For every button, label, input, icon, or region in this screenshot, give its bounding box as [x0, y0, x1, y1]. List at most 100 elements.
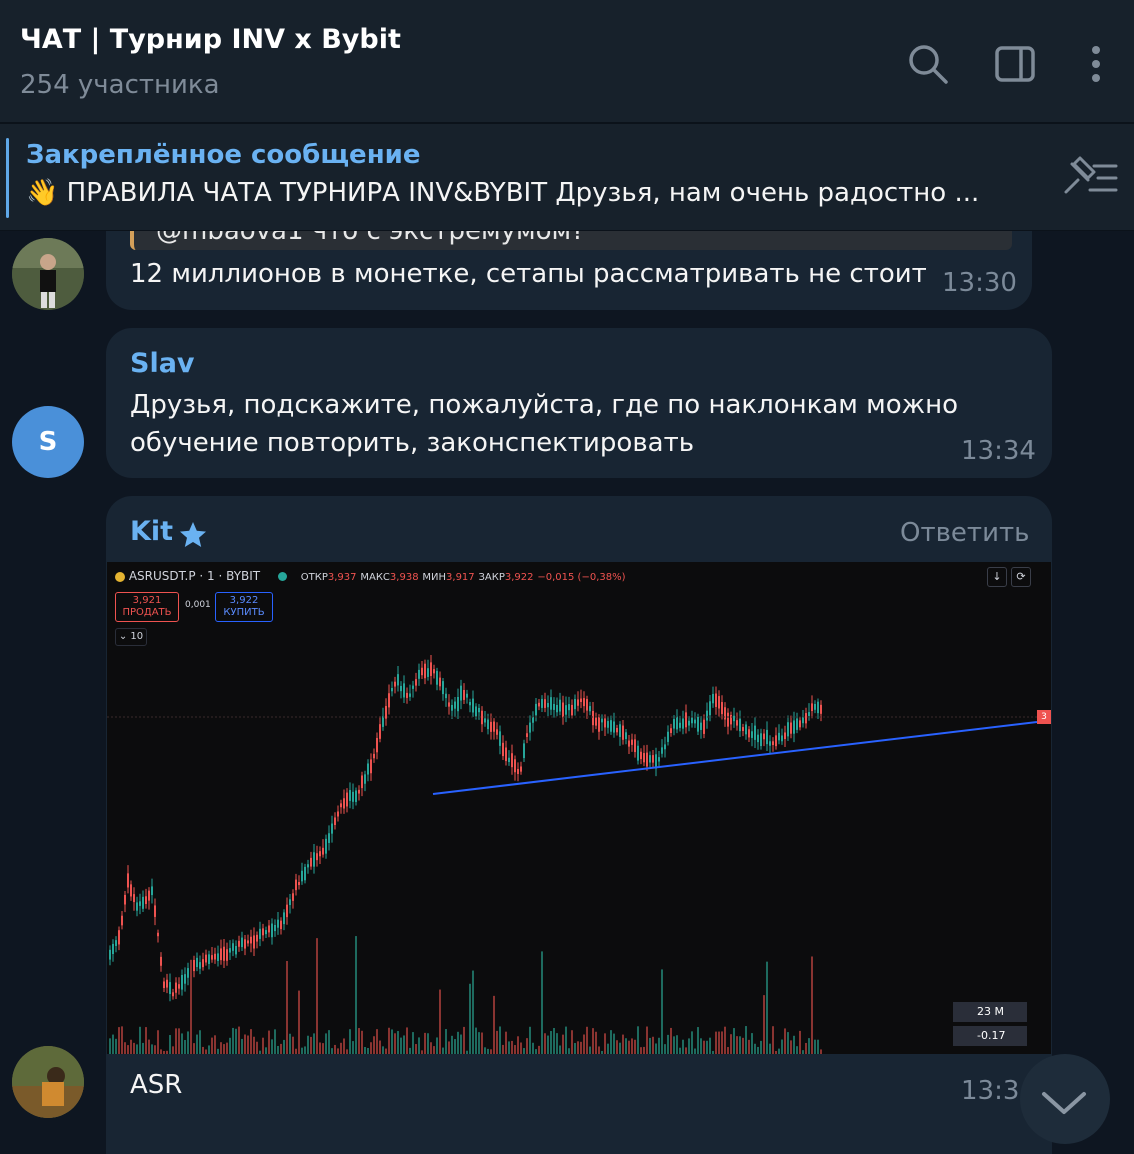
candle-body — [547, 703, 549, 708]
candle-body — [697, 716, 699, 732]
status-dot — [277, 572, 287, 581]
volume-bar — [463, 1026, 465, 1054]
volume-bar — [577, 1041, 579, 1054]
candle-body — [643, 753, 645, 763]
candle-body — [274, 924, 276, 932]
candle-body — [463, 689, 465, 700]
avatar[interactable] — [12, 238, 84, 310]
candle-body — [682, 718, 684, 729]
low-value: 3,917 — [446, 572, 475, 583]
side-panel-icon[interactable] — [992, 40, 1040, 88]
refresh-icon[interactable]: ⟳ — [1011, 567, 1031, 587]
collapse-value: 10 — [130, 631, 144, 642]
volume-bar — [769, 1043, 771, 1054]
volume-bar — [289, 1033, 291, 1054]
download-icon[interactable]: ↓ — [987, 567, 1007, 587]
volume-bar — [262, 1037, 264, 1054]
volume-bar — [265, 1047, 267, 1054]
candle-body — [319, 851, 321, 857]
candle-body — [736, 720, 738, 726]
sell-button[interactable]: 3,921 ПРОДАТЬ — [115, 592, 179, 622]
volume-bar — [622, 1034, 624, 1054]
pinned-text: 👋 ПРАВИЛА ЧАТА ТУРНИРА INV&BYBIT Друзья,… — [26, 178, 980, 208]
chat-title[interactable]: ЧАТ | Турнир INV x Bybit — [20, 24, 401, 55]
volume-bar — [235, 1028, 237, 1054]
volume-bar — [781, 1039, 783, 1054]
volume-bar — [673, 1036, 675, 1054]
message-text: ASR — [130, 1070, 183, 1100]
candle-body — [631, 739, 633, 745]
candle-body — [439, 677, 441, 687]
volume-bar — [646, 1026, 648, 1054]
volume-bar — [232, 1027, 234, 1054]
volume-bar — [541, 951, 543, 1054]
avatar[interactable] — [12, 1046, 84, 1118]
candle-body — [775, 735, 777, 747]
candle-body — [454, 701, 456, 709]
search-icon[interactable] — [904, 40, 952, 88]
volume-bar — [724, 1026, 726, 1054]
candle-body — [625, 732, 627, 740]
pin-list-icon[interactable] — [1058, 150, 1124, 200]
candle-body — [205, 954, 207, 963]
volume-bar — [718, 1031, 720, 1054]
volume-bar — [514, 1045, 516, 1054]
volume-bar — [115, 1038, 117, 1054]
volume-bar — [256, 1041, 258, 1054]
member-count: 254 участника — [20, 70, 220, 100]
volume-bar — [508, 1041, 510, 1054]
pinned-message[interactable]: Закреплённое сообщение 👋 ПРАВИЛА ЧАТА ТУ… — [0, 124, 1134, 231]
candle-body — [118, 930, 120, 945]
reply-button[interactable]: Ответить — [900, 518, 1029, 548]
volume-bar — [298, 990, 300, 1054]
candle-body — [253, 935, 255, 949]
volume-bar — [454, 1039, 456, 1054]
chart-image[interactable]: ASRUSDT.P · 1 · BYBIT ОТКР3,937 МАКС3,93… — [107, 562, 1051, 1054]
sender-name[interactable]: Kit — [130, 516, 173, 547]
candle-body — [733, 715, 735, 722]
volume-bar — [628, 1040, 630, 1054]
candle-body — [418, 669, 420, 679]
volume-bar — [391, 1029, 393, 1054]
volume-bar — [403, 1035, 405, 1054]
high-label: МАКС — [360, 572, 390, 583]
volume-bar — [649, 1037, 651, 1054]
candle-body — [613, 721, 615, 733]
volume-bar — [283, 1039, 285, 1054]
chat-header: ЧАТ | Турнир INV x Bybit 254 участника — [0, 0, 1134, 124]
candle-body — [541, 698, 543, 708]
buy-button[interactable]: 3,922 КУПИТЬ — [215, 592, 273, 622]
candle-body — [382, 716, 384, 727]
change-value: −0,015 (−0,38%) — [537, 572, 626, 583]
avatar-photo — [12, 238, 84, 310]
volume-bar — [670, 1027, 672, 1054]
candle-body — [751, 731, 753, 738]
candle-body — [724, 707, 726, 720]
message-bubble[interactable]: Slav Друзья, подскажите, пожалуйста, где… — [106, 328, 1052, 478]
avatar-letter: S — [38, 427, 58, 457]
symbol-name[interactable]: ASRUSDT.P · 1 · BYBIT — [129, 569, 260, 583]
message-bubble[interactable]: ASR 13:3 — [106, 1054, 1052, 1154]
volume-bar — [343, 1038, 345, 1054]
scroll-down-button[interactable] — [1020, 1054, 1110, 1144]
volume-bar — [688, 1038, 690, 1054]
candle-body — [166, 979, 168, 988]
candle-body — [490, 721, 492, 732]
volume-bar — [226, 1042, 228, 1054]
pinned-title: Закреплённое сообщение — [26, 140, 421, 170]
volume-bar — [481, 1032, 483, 1054]
collapse-indicators-button[interactable]: ⌄ 10 — [115, 628, 147, 646]
volume-label: 23 M — [953, 1002, 1027, 1022]
volume-bar — [271, 1039, 273, 1054]
candle-body — [430, 662, 432, 676]
volume-bar — [334, 1044, 336, 1054]
open-value: 3,937 — [327, 572, 357, 583]
volume-bar — [457, 1031, 459, 1054]
volume-bar — [547, 1035, 549, 1054]
sender-name[interactable]: Slav — [130, 348, 195, 379]
more-icon[interactable] — [1072, 40, 1120, 88]
avatar[interactable]: S — [12, 406, 84, 478]
candle-body — [352, 791, 354, 802]
volume-bar — [439, 989, 441, 1054]
candle-body — [127, 873, 129, 888]
